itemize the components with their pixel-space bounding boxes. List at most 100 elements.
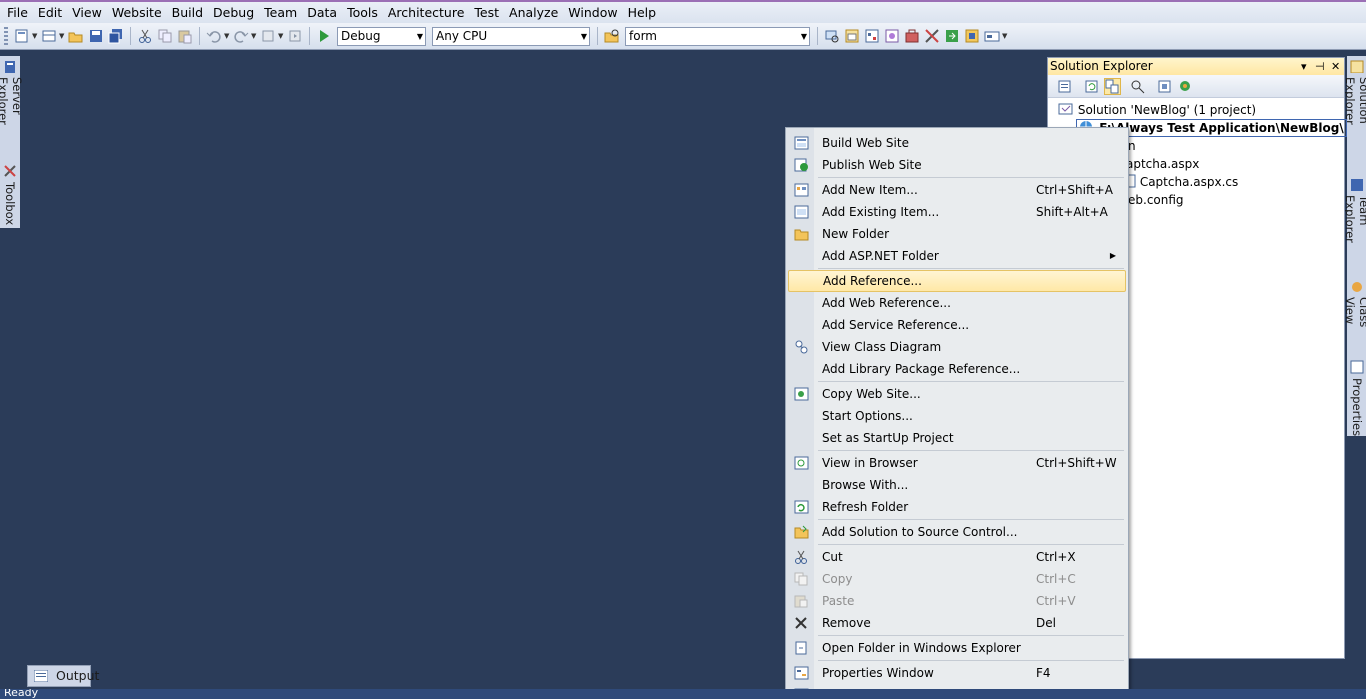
new-project-dropdown-icon[interactable]: ▼ bbox=[32, 28, 39, 44]
class-view-tab[interactable]: Class View bbox=[1343, 278, 1366, 354]
menu-team[interactable]: Team bbox=[259, 2, 302, 23]
toolbar-grip-icon[interactable] bbox=[4, 27, 8, 45]
toolbox-icon[interactable] bbox=[904, 28, 920, 44]
menu-view-in-browser[interactable]: View in Browser Ctrl+Shift+W bbox=[788, 452, 1126, 474]
menu-add-existing-item[interactable]: Add Existing Item... Shift+Alt+A bbox=[788, 201, 1126, 223]
menu-add-solution-to-source-control[interactable]: Add Solution to Source Control... bbox=[788, 521, 1126, 543]
menu-add-reference[interactable]: Add Reference... bbox=[788, 270, 1126, 292]
paste-icon[interactable] bbox=[177, 28, 193, 44]
server-explorer-tab[interactable]: Server Explorer bbox=[0, 58, 24, 160]
menu-view-class-diagram[interactable]: View Class Diagram bbox=[788, 336, 1126, 358]
menu-set-as-startup-project[interactable]: Set as StartUp Project bbox=[788, 427, 1126, 449]
menu-paste[interactable]: Paste Ctrl+V bbox=[788, 590, 1126, 612]
menu-start-options[interactable]: Start Options... bbox=[788, 405, 1126, 427]
tree-item-web-config[interactable]: eb.config bbox=[1128, 191, 1184, 209]
tree-item-partial[interactable]: n bbox=[1128, 137, 1136, 155]
team-explorer-icon bbox=[1351, 179, 1363, 191]
start-page-icon[interactable] bbox=[944, 28, 960, 44]
menu-add-service-reference[interactable]: Add Service Reference... bbox=[788, 314, 1126, 336]
find-symbol-icon[interactable] bbox=[824, 28, 840, 44]
add-item-icon[interactable] bbox=[41, 28, 57, 44]
undo-icon[interactable] bbox=[206, 28, 222, 44]
team-explorer-tab[interactable]: Team Explorer bbox=[1343, 176, 1366, 274]
command-window-icon[interactable] bbox=[984, 28, 1000, 44]
menu-window[interactable]: Window bbox=[563, 2, 622, 23]
add-item-dropdown-icon[interactable]: ▼ bbox=[59, 28, 66, 44]
menu-add-web-reference[interactable]: Add Web Reference... bbox=[788, 292, 1126, 314]
open-file-icon[interactable] bbox=[68, 28, 84, 44]
toolbar-separator bbox=[597, 27, 598, 45]
refresh-icon[interactable] bbox=[1083, 78, 1100, 95]
save-all-icon[interactable] bbox=[108, 28, 124, 44]
properties-window-icon[interactable] bbox=[864, 28, 880, 44]
menu-build-web-site[interactable]: Build Web Site bbox=[788, 132, 1126, 154]
menu-item-shortcut: Ctrl+Shift+A bbox=[1036, 183, 1113, 197]
nest-related-files-icon[interactable] bbox=[1129, 78, 1146, 95]
find-in-files-icon[interactable] bbox=[604, 28, 620, 44]
properties-icon[interactable] bbox=[1056, 78, 1073, 95]
menu-copy-web-site[interactable]: Copy Web Site... bbox=[788, 383, 1126, 405]
toolbar-options-icon[interactable]: ▼ bbox=[1002, 28, 1009, 44]
tree-item-captcha-aspx[interactable]: aptcha.aspx bbox=[1126, 155, 1199, 173]
menu-publish-web-site[interactable]: Publish Web Site bbox=[788, 154, 1126, 176]
object-browser-icon[interactable] bbox=[884, 28, 900, 44]
save-icon[interactable] bbox=[88, 28, 104, 44]
chevron-down-icon[interactable]: ▼ bbox=[801, 28, 807, 45]
chevron-down-icon[interactable]: ▼ bbox=[581, 28, 587, 45]
menu-build[interactable]: Build bbox=[167, 2, 208, 23]
chevron-down-icon[interactable]: ▼ bbox=[417, 28, 423, 45]
solution-explorer-icon[interactable] bbox=[844, 28, 860, 44]
window-position-dropdown-icon[interactable]: ▾ bbox=[1301, 58, 1307, 75]
menu-add-asp-net-folder[interactable]: Add ASP.NET Folder ▶ bbox=[788, 245, 1126, 267]
auto-hide-pin-icon[interactable]: ⊣ bbox=[1315, 58, 1325, 75]
menu-browse-with[interactable]: Browse With... bbox=[788, 474, 1126, 496]
asp-net-configuration-icon[interactable] bbox=[1177, 78, 1194, 95]
new-project-icon[interactable] bbox=[14, 28, 30, 44]
menu-properties-window[interactable]: Properties Window F4 bbox=[788, 662, 1126, 684]
redo-icon[interactable] bbox=[233, 28, 249, 44]
redo-dropdown-icon[interactable]: ▼ bbox=[251, 28, 258, 44]
menu-copy[interactable]: Copy Ctrl+C bbox=[788, 568, 1126, 590]
menu-help[interactable]: Help bbox=[623, 2, 662, 23]
tree-solution-node[interactable]: Solution 'NewBlog' (1 project) bbox=[1058, 101, 1256, 119]
extension-manager-icon[interactable] bbox=[964, 28, 980, 44]
menu-new-folder[interactable]: New Folder bbox=[788, 223, 1126, 245]
copy-web-site-icon[interactable] bbox=[1156, 78, 1173, 95]
menu-add-library-package-reference[interactable]: Add Library Package Reference... bbox=[788, 358, 1126, 380]
menu-add-new-item[interactable]: Add New Item... Ctrl+Shift+A bbox=[788, 179, 1126, 201]
menu-website[interactable]: Website bbox=[107, 2, 167, 23]
toolbox-tab[interactable]: Toolbox bbox=[0, 162, 20, 230]
menu-architecture[interactable]: Architecture bbox=[383, 2, 470, 23]
menu-debug[interactable]: Debug bbox=[208, 2, 259, 23]
menu-tools[interactable]: Tools bbox=[342, 2, 383, 23]
refresh-icon bbox=[794, 500, 809, 514]
tree-item-captcha-cs[interactable]: Captcha.aspx.cs bbox=[1122, 173, 1238, 191]
find-combo[interactable]: form ▼ bbox=[625, 26, 810, 46]
menu-open-folder-in-windows-explorer[interactable]: Open Folder in Windows Explorer bbox=[788, 637, 1126, 659]
copy-icon[interactable] bbox=[157, 28, 173, 44]
show-all-files-icon[interactable] bbox=[1104, 77, 1121, 95]
start-debugging-icon[interactable] bbox=[316, 28, 332, 44]
menu-file[interactable]: File bbox=[2, 2, 33, 23]
menu-test[interactable]: Test bbox=[469, 2, 504, 23]
close-icon[interactable]: ✕ bbox=[1331, 58, 1340, 75]
solution-configuration-combo[interactable]: Debug ▼ bbox=[337, 26, 426, 46]
menu-refresh-folder[interactable]: Refresh Folder bbox=[788, 496, 1126, 518]
menu-cut[interactable]: Cut Ctrl+X bbox=[788, 546, 1126, 568]
solution-platform-combo[interactable]: Any CPU ▼ bbox=[432, 26, 590, 46]
tools-icon[interactable] bbox=[924, 28, 940, 44]
navigate-backward-dropdown-icon[interactable]: ▼ bbox=[278, 28, 285, 44]
cut-icon[interactable] bbox=[137, 28, 153, 44]
output-tab[interactable]: Output bbox=[27, 665, 99, 687]
menu-remove[interactable]: Remove Del bbox=[788, 612, 1126, 634]
solution-explorer-tab[interactable]: Solution Explorer bbox=[1343, 58, 1366, 170]
menu-analyze[interactable]: Analyze bbox=[504, 2, 563, 23]
navigate-forward-icon[interactable] bbox=[287, 28, 303, 44]
menu-item-label: Add ASP.NET Folder bbox=[822, 249, 939, 263]
menu-data[interactable]: Data bbox=[302, 2, 342, 23]
properties-tab[interactable]: Properties bbox=[1347, 358, 1366, 438]
menu-view[interactable]: View bbox=[67, 2, 107, 23]
navigate-backward-icon[interactable] bbox=[260, 28, 276, 44]
undo-dropdown-icon[interactable]: ▼ bbox=[224, 28, 231, 44]
menu-edit[interactable]: Edit bbox=[33, 2, 67, 23]
